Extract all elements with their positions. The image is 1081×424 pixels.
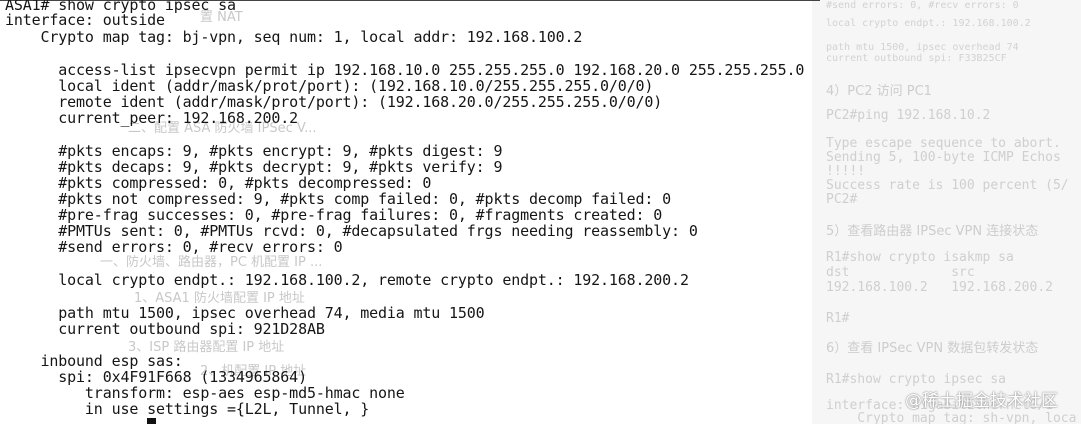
right-step5-code-2: 192.168.100.2 192.168.200.2 [826, 280, 1053, 295]
terminal-line-13: #pre-frag successes: 0, #pre-frag failur… [5, 206, 663, 224]
terminal-line-10: #pkts decaps: 9, #pkts decrypt: 9, #pkts… [5, 158, 503, 176]
terminal-line-4: access-list ipsecvpn permit ip 192.168.1… [5, 61, 805, 79]
terminal-line-7: current_peer: 192.168.200.2 [5, 109, 299, 127]
terminal-line-12: #pkts not compressed: 9, #pkts comp fail… [5, 190, 672, 208]
right-step6-heading: 6）查看 IPSec VPN 数据包转发状态 [826, 341, 1039, 356]
right-document-panel: #send errors: 0, #recv errors: 0 local c… [812, 0, 1081, 424]
terminal-line-11: #pkts compressed: 0, #pkts decompressed:… [5, 174, 432, 192]
terminal-line-17: local crypto endpt.: 192.168.100.2, remo… [5, 271, 689, 289]
terminal-line-2: Crypto map tag: bj-vpn, seq num: 1, loca… [5, 28, 583, 46]
right-step5-heading: 5）查看路由器 IPSec VPN 连接状态 [826, 224, 1039, 239]
right-step4-code-6: PC2# [826, 192, 858, 207]
terminal-line-24: transform: esp-aes esp-md5-hmac none [5, 384, 405, 402]
right-step5-code-1: dst src [826, 265, 975, 280]
right-step6-code-0: R1#show crypto ipsec sa [826, 372, 1007, 387]
right-step5-code-4: R1# [826, 311, 850, 326]
right-top-line-1: #send errors: 0, #recv errors: 0 [826, 0, 1019, 11]
right-step6-code-3: Crypto map tag: sh-vpn, loca [826, 411, 1077, 424]
terminal-line-6: remote ident (addr/mask/prot/port): (192… [5, 93, 663, 111]
right-step4-heading: 4）PC2 访问 PC1 [826, 84, 932, 99]
terminal-line-5: local ident (addr/mask/prot/port): (192.… [5, 77, 654, 95]
terminal-line-22: inbound esp sas: [5, 352, 183, 370]
terminal-line-20: current outbound spi: 921D28AB [5, 320, 325, 338]
right-top-line-3: path mtu 1500, ipsec overhead 74 [826, 42, 1019, 53]
terminal-line-1: interface: outside [5, 11, 165, 29]
terminal-output[interactable]: ASA1# show crypto ipsec sa interface: ou… [0, 0, 820, 424]
right-step4-code-4: !!!!! [826, 164, 866, 179]
right-top-line-4: current outbound spi: F33B25CF [826, 53, 1007, 64]
right-step4-code-0: PC2#ping 192.168.10.2 [826, 108, 991, 123]
terminal-line-15: #send errors: 0, #recv errors: 0 [5, 238, 343, 256]
terminal-cursor [147, 418, 156, 424]
terminal-line-23: spi: 0x4F91F668 (1334965864) [5, 368, 307, 386]
right-top-line-2: local crypto endpt.: 192.168.100.2 [826, 18, 1031, 29]
right-step4-code-2: Type escape sequence to abort. [826, 136, 1061, 151]
terminal-line-19: path mtu 1500, ipsec overhead 74, media … [5, 304, 485, 322]
right-step4-code-5: Success rate is 100 percent (5/ [826, 178, 1069, 193]
right-step5-code-0: R1#show crypto isakmp sa [826, 250, 1014, 265]
terminal-line-9: #pkts encaps: 9, #pkts encrypt: 9, #pkts… [5, 142, 503, 160]
terminal-line-14: #PMTUs sent: 0, #PMTUs rcvd: 0, #decapsu… [5, 222, 698, 240]
terminal-line-25: in use settings ={L2L, Tunnel, } [5, 400, 370, 418]
watermark: @稀土掘金技术社区 [905, 391, 1058, 411]
right-step4-code-3: Sending 5, 100-byte ICMP Echos [826, 150, 1061, 165]
